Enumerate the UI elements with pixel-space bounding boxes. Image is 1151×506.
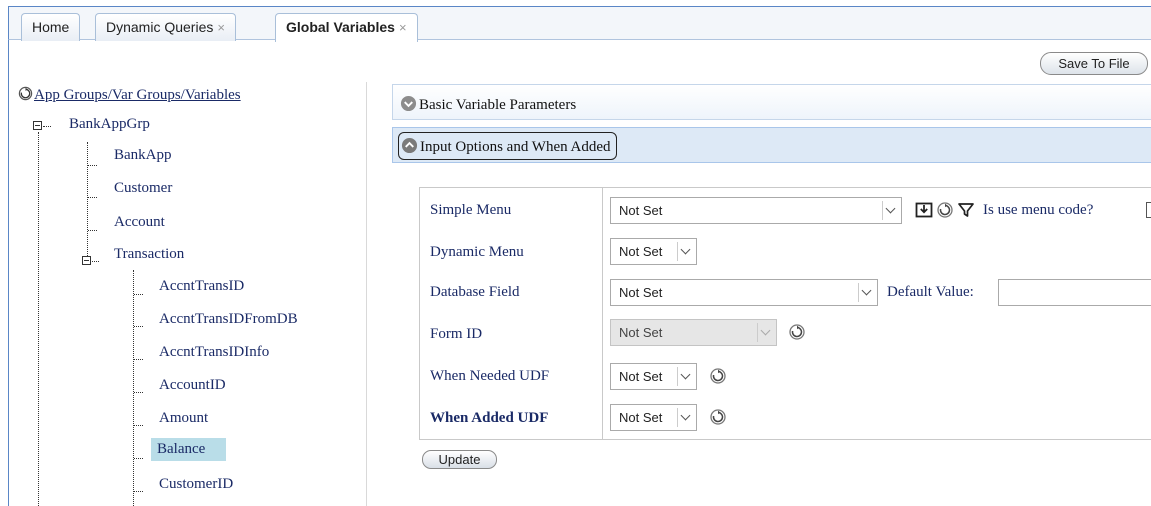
tree-connector xyxy=(134,491,143,492)
when-added-udf-label: When Added UDF xyxy=(430,410,549,426)
filter-icon[interactable] xyxy=(957,201,975,219)
chevron-down-icon xyxy=(757,323,774,342)
tree-root-label: App Groups/Var Groups/Variables xyxy=(34,87,241,103)
database-field-label: Database Field xyxy=(430,284,520,300)
database-field-value: Not Set xyxy=(619,285,663,300)
tab-dynamic-queries[interactable]: Dynamic Queries × xyxy=(95,13,236,41)
refresh-icon[interactable] xyxy=(788,323,806,341)
tree-node-accnttransidinfo[interactable]: AccntTransIDInfo xyxy=(159,344,269,361)
tree-node-transaction[interactable]: Transaction xyxy=(114,246,184,263)
dynamic-menu-label: Dynamic Menu xyxy=(430,244,524,260)
tree-connector xyxy=(134,458,143,459)
accordion-input-options[interactable]: Input Options and When Added xyxy=(392,127,1151,163)
download-icon[interactable] xyxy=(915,201,933,219)
accordion-input-label: Input Options and When Added xyxy=(420,139,611,155)
when-added-udf-value: Not Set xyxy=(619,410,663,425)
panel-divider xyxy=(366,82,367,506)
chevron-down-icon xyxy=(677,242,694,261)
tree-guide-line xyxy=(133,270,134,506)
tree-node-accnttransidfromdb[interactable]: AccntTransIDFromDB xyxy=(159,311,298,328)
tree-root-link[interactable]: App Groups/Var Groups/Variables xyxy=(18,86,241,104)
simple-menu-select[interactable]: Not Set xyxy=(610,197,902,224)
accordion-header[interactable]: Basic Variable Parameters xyxy=(398,91,581,118)
close-icon[interactable]: × xyxy=(217,20,225,35)
tree-node-accnttransid[interactable]: AccntTransID xyxy=(159,278,244,295)
form-id-value: Not Set xyxy=(619,325,663,340)
tree-connector xyxy=(88,165,97,166)
tree-node-customer[interactable]: Customer xyxy=(114,180,172,197)
tree-node-customerid[interactable]: CustomerID xyxy=(159,476,233,493)
simple-menu-label: Simple Menu xyxy=(430,202,512,218)
default-value-label: Default Value: xyxy=(887,284,974,300)
chevron-down-icon xyxy=(882,201,899,220)
simple-menu-value: Not Set xyxy=(619,203,663,218)
tree-node-bankappgrp[interactable]: BankAppGrp xyxy=(69,116,150,133)
tab-dynamic-queries-label: Dynamic Queries xyxy=(106,19,214,35)
tree-node-account[interactable]: Account xyxy=(114,214,165,231)
save-to-file-button[interactable]: Save To File xyxy=(1040,52,1148,75)
tree-connector xyxy=(92,261,99,262)
when-needed-udf-label: When Needed UDF xyxy=(430,368,550,384)
tree-connector xyxy=(134,359,143,360)
update-button[interactable]: Update xyxy=(422,450,497,469)
collapse-toggle[interactable] xyxy=(82,256,91,265)
chevron-down-circle-icon xyxy=(400,95,417,112)
dynamic-menu-select[interactable]: Not Set xyxy=(610,238,697,265)
tree-connector xyxy=(134,425,143,426)
when-needed-udf-value: Not Set xyxy=(619,369,663,384)
tree-connector xyxy=(134,392,143,393)
tree-node-accountid[interactable]: AccountID xyxy=(159,377,226,394)
refresh-circle-icon xyxy=(18,86,33,101)
tree-connector xyxy=(43,126,51,127)
input-options-form: Simple Menu Not Set Is use menu code? Dy… xyxy=(419,187,1151,440)
default-value-input[interactable] xyxy=(998,279,1151,306)
refresh-icon[interactable] xyxy=(936,201,954,219)
database-field-select[interactable]: Not Set xyxy=(610,279,878,306)
tree-node-bankapp[interactable]: BankApp xyxy=(114,147,172,164)
tab-bar: Home Dynamic Queries × Global Variables × xyxy=(8,6,1151,42)
menu-code-checkbox[interactable] xyxy=(1146,202,1151,218)
tree-node-amount[interactable]: Amount xyxy=(159,410,208,427)
form-id-select: Not Set xyxy=(610,319,777,346)
when-needed-udf-select[interactable]: Not Set xyxy=(610,363,697,390)
tree-connector xyxy=(88,230,97,231)
refresh-icon[interactable] xyxy=(709,408,727,426)
refresh-icon[interactable] xyxy=(709,367,727,385)
tree-connector xyxy=(134,326,143,327)
tab-home-label: Home xyxy=(32,19,70,35)
tree-guide-line xyxy=(87,142,88,262)
tree-connector xyxy=(134,294,143,295)
chevron-up-circle-icon xyxy=(401,137,418,154)
accordion-basic-label: Basic Variable Parameters xyxy=(419,97,577,113)
chevron-down-icon xyxy=(677,367,694,386)
tree-guide-line xyxy=(38,132,39,506)
tree-node-balance-selected[interactable]: Balance xyxy=(151,438,226,461)
tab-global-variables-label: Global Variables xyxy=(286,19,395,35)
form-id-label: Form ID xyxy=(430,326,483,342)
tree-connector xyxy=(88,197,97,198)
chevron-down-icon xyxy=(677,408,694,427)
dynamic-menu-value: Not Set xyxy=(619,244,663,259)
content-left-border xyxy=(8,40,9,506)
close-icon[interactable]: × xyxy=(399,20,407,35)
accordion-basic-variable-parameters[interactable]: Basic Variable Parameters xyxy=(392,84,1151,120)
chevron-down-icon xyxy=(858,283,875,302)
collapse-toggle[interactable] xyxy=(33,121,42,130)
is-use-menu-code-label: Is use menu code? xyxy=(983,202,1094,218)
tab-global-variables[interactable]: Global Variables × xyxy=(275,13,418,42)
column-divider xyxy=(602,188,603,439)
accordion-header[interactable]: Input Options and When Added xyxy=(398,132,617,160)
tab-home[interactable]: Home xyxy=(21,13,81,41)
when-added-udf-select[interactable]: Not Set xyxy=(610,404,697,431)
